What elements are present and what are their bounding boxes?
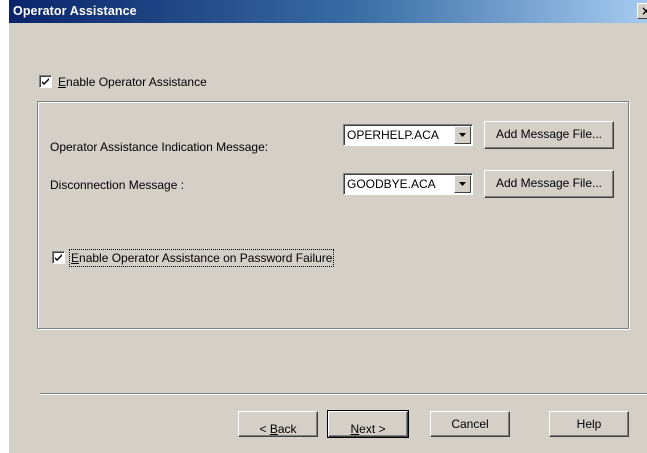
indication-dropdown-button[interactable] — [454, 126, 471, 144]
window-title: Operator Assistance — [13, 4, 137, 18]
indication-message-value: OPERHELP.ACA — [347, 128, 439, 142]
back-button[interactable]: < Back — [238, 411, 318, 437]
password-failure-checkbox[interactable] — [52, 251, 65, 264]
disconnection-dropdown-button[interactable] — [454, 175, 471, 193]
chevron-down-icon — [459, 182, 466, 186]
checkmark-icon — [55, 254, 62, 261]
disconnection-message-value: GOODBYE.ACA — [347, 177, 436, 191]
close-button[interactable]: × — [637, 3, 647, 19]
next-button[interactable]: Next > — [327, 410, 409, 438]
help-button[interactable]: Help — [549, 411, 629, 437]
footer-separator — [40, 393, 647, 395]
close-icon: × — [641, 4, 647, 18]
cancel-button[interactable]: Cancel — [430, 411, 510, 437]
disconnection-message-select[interactable]: GOODBYE.ACA — [343, 173, 473, 195]
chevron-down-icon — [459, 133, 466, 137]
title-bar: Operator Assistance × — [9, 0, 647, 23]
indication-message-select[interactable]: OPERHELP.ACA — [343, 124, 473, 146]
enable-operator-assistance-checkbox[interactable] — [39, 75, 52, 88]
enable-operator-assistance-label[interactable]: Enable Operator Assistance — [58, 75, 207, 89]
indication-message-label: Operator Assistance Indication Message: — [50, 140, 269, 154]
add-indication-message-file-button[interactable]: Add Message File... — [484, 121, 614, 149]
checkmark-icon — [42, 78, 49, 85]
password-failure-label[interactable]: Enable Operator Assistance on Password F… — [68, 249, 335, 267]
add-disconnection-message-file-button[interactable]: Add Message File... — [484, 170, 614, 198]
disconnection-message-label: Disconnection Message : — [50, 178, 185, 192]
operator-assistance-dialog: Operator Assistance × Enable Operator As… — [9, 0, 647, 453]
